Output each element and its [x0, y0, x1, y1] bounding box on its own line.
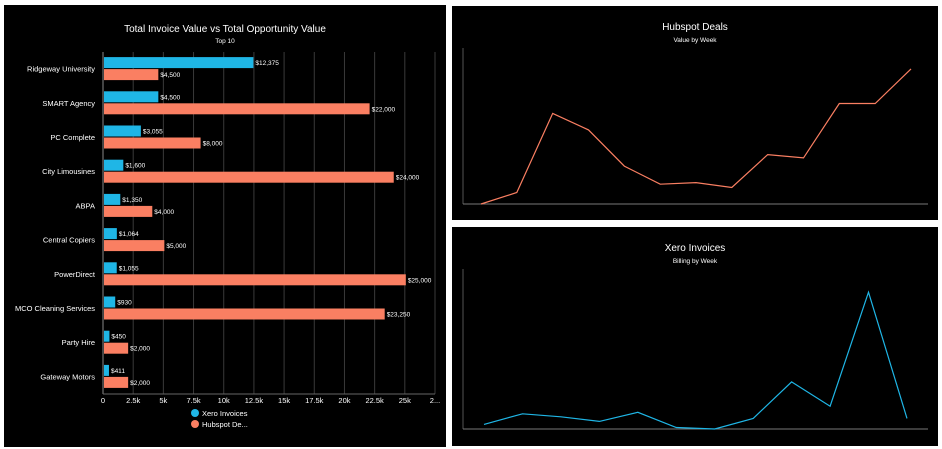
hubspot-series-line	[480, 68, 912, 205]
category-label: PC Complete	[50, 133, 95, 142]
x-tick-label: 2.5k	[126, 396, 140, 405]
legend-swatch-hubspot	[191, 420, 199, 428]
data-label: $2,000	[130, 380, 150, 387]
bar-xero	[104, 159, 124, 171]
hubspot-deals-panel: Hubspot Deals Value by Week	[452, 6, 938, 220]
bar-hubspot	[104, 137, 201, 149]
bar-xero	[104, 193, 121, 205]
bar-chart: Total Invoice Value vs Total Opportunity…	[15, 24, 440, 429]
legend-swatch-xero	[191, 409, 199, 417]
xero-invoices-panel: Xero Invoices Billing by Week	[452, 227, 938, 446]
x-tick-label: 7.5k	[186, 396, 200, 405]
legend-label-xero[interactable]: Xero Invoices	[202, 409, 248, 418]
category-label: ABPA	[76, 201, 95, 210]
data-label: $4,000	[154, 209, 174, 216]
data-label: $1,600	[125, 163, 145, 170]
x-tick-label: 10k	[218, 396, 230, 405]
bar-hubspot	[104, 103, 370, 115]
data-label: $1,064	[119, 231, 139, 238]
bar-chart-title: Total Invoice Value vs Total Opportunity…	[124, 24, 326, 35]
x-tick-label: 2...	[430, 396, 440, 405]
data-label: $930	[117, 300, 132, 307]
data-label: $12,375	[255, 60, 279, 67]
data-label: $4,500	[160, 94, 180, 101]
x-tick-label: 17.5k	[305, 396, 324, 405]
hubspot-line-chart: Hubspot Deals Value by Week	[462, 22, 928, 205]
bar-hubspot	[104, 274, 406, 286]
x-tick-label: 15k	[278, 396, 290, 405]
bar-xero	[104, 228, 117, 240]
bar-hubspot	[104, 69, 159, 81]
xero-series-line	[483, 290, 908, 430]
data-label: $24,000	[396, 175, 420, 182]
data-label: $411	[111, 368, 125, 375]
bar-xero	[104, 125, 141, 137]
bar-chart-panel: Total Invoice Value vs Total Opportunity…	[4, 5, 446, 447]
data-label: $23,250	[387, 312, 411, 319]
x-tick-label: 5k	[159, 396, 167, 405]
category-label: PowerDirect	[54, 270, 96, 279]
category-label: SMART Agency	[42, 99, 95, 108]
data-label: $8,000	[203, 141, 223, 148]
category-label: City Limousines	[42, 167, 95, 176]
data-label: $3,055	[143, 129, 163, 136]
bar-xero	[104, 57, 254, 69]
bar-hubspot	[104, 376, 129, 388]
bar-hubspot	[104, 240, 165, 252]
data-label: $25,000	[408, 277, 432, 284]
bar-hubspot	[104, 308, 385, 320]
xero-line-chart: Xero Invoices Billing by Week	[462, 243, 928, 430]
hubspot-chart-title: Hubspot Deals	[662, 22, 728, 33]
data-label: $450	[111, 334, 126, 341]
data-label: $2,000	[130, 346, 150, 353]
data-label: $22,000	[372, 106, 396, 113]
hubspot-chart-subtitle: Value by Week	[673, 37, 717, 44]
x-tick-label: 0	[101, 396, 105, 405]
x-tick-label: 12.5k	[245, 396, 264, 405]
data-label: $5,000	[166, 243, 186, 250]
data-label: $4,500	[160, 72, 180, 79]
category-label: Central Copiers	[43, 236, 95, 245]
category-label: Gateway Motors	[40, 372, 95, 381]
x-tick-label: 25k	[399, 396, 411, 405]
bar-hubspot	[104, 342, 129, 354]
xero-chart-title: Xero Invoices	[665, 243, 726, 254]
category-label: Ridgeway University	[27, 65, 95, 74]
x-tick-label: 22.5k	[365, 396, 384, 405]
bar-xero	[104, 91, 159, 103]
category-label: Party Hire	[62, 338, 95, 347]
bar-xero	[104, 296, 116, 308]
category-label: MCO Cleaning Services	[15, 304, 95, 313]
bar-xero	[104, 330, 110, 342]
bar-xero	[104, 364, 109, 376]
bar-xero	[104, 262, 117, 274]
xero-chart-subtitle: Billing by Week	[673, 258, 718, 265]
x-tick-label: 20k	[338, 396, 350, 405]
bar-hubspot	[104, 205, 153, 217]
data-label: $1,055	[119, 265, 139, 272]
legend-label-hubspot[interactable]: Hubspot De...	[202, 420, 248, 429]
bar-chart-subtitle: Top 10	[215, 38, 235, 45]
bar-hubspot	[104, 171, 394, 183]
data-label: $1,350	[122, 197, 142, 204]
